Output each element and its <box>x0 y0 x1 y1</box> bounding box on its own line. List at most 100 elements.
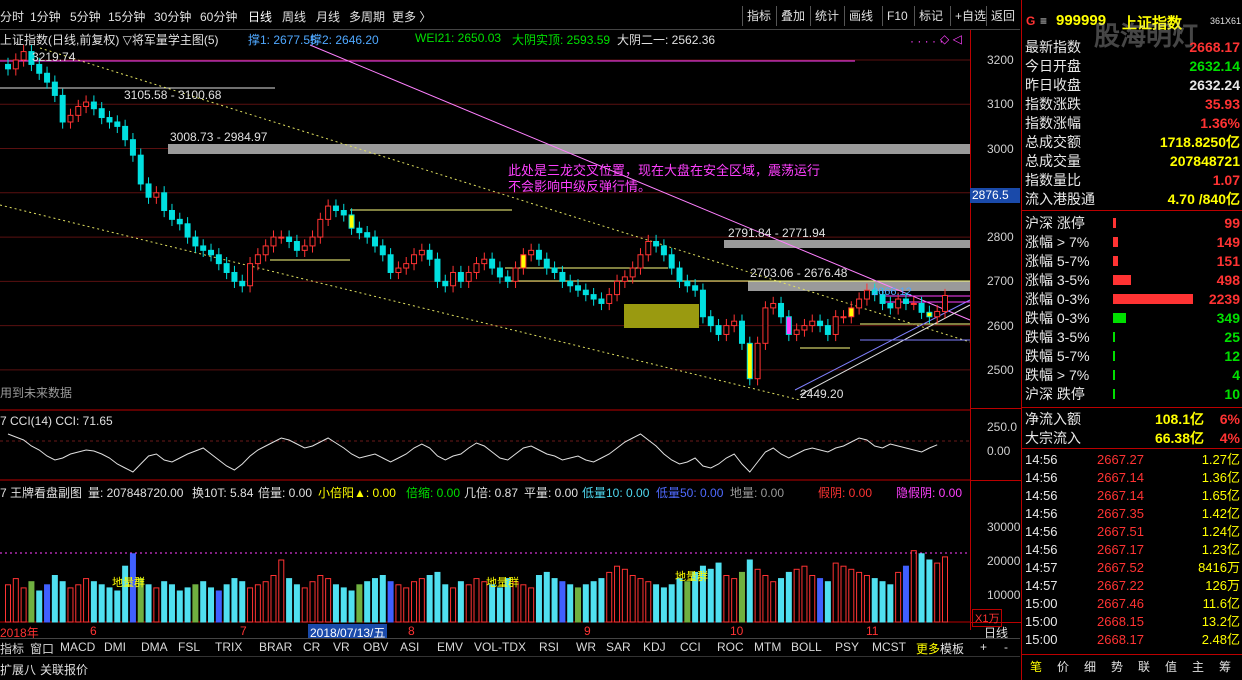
menu-icon[interactable]: ≡ <box>1040 14 1047 28</box>
tick-row: 14:56 2667.17 1.23亿 <box>1025 541 1240 559</box>
candle-body <box>606 294 613 304</box>
candle-body <box>676 267 683 282</box>
panel-tab-7[interactable]: 筹 <box>1219 658 1231 675</box>
candle-body <box>434 258 441 282</box>
indicator-DMA[interactable]: DMA <box>141 640 168 654</box>
indicator-BOLL[interactable]: BOLL <box>791 640 822 654</box>
zoom-in-button[interactable]: + <box>980 640 987 654</box>
panel-tab-6[interactable]: 主 <box>1192 658 1204 675</box>
volume-bar <box>848 568 855 623</box>
tick-time: 14:56 <box>1025 524 1058 539</box>
candle-body <box>489 258 496 269</box>
indicator-MCST[interactable]: MCST <box>872 640 906 654</box>
indicator-更多[interactable]: 更多 <box>916 640 940 657</box>
template-button[interactable]: 模板 <box>940 640 964 657</box>
indicator-BRAR[interactable]: BRAR <box>259 640 292 654</box>
candle-body <box>332 205 339 212</box>
volume-bar <box>598 578 605 623</box>
volume-bar <box>496 587 503 623</box>
indicator-VOL-TDX[interactable]: VOL-TDX <box>474 640 526 654</box>
volume-bar <box>301 587 308 623</box>
candle-body <box>528 249 535 256</box>
volume-bar <box>528 587 535 623</box>
candle-body <box>754 342 761 380</box>
vol-turnover: 换10T: 5.84 <box>192 486 254 500</box>
indicator-CCI[interactable]: CCI <box>680 640 701 654</box>
volume-bar <box>668 584 675 623</box>
indicator-OBV[interactable]: OBV <box>363 640 388 654</box>
indicator-MTM[interactable]: MTM <box>754 640 781 654</box>
candle-body <box>715 325 722 335</box>
indicator-SAR[interactable]: SAR <box>606 640 631 654</box>
breadth-row: 涨幅 3-5% 498 <box>1025 271 1240 289</box>
panel-tab-1[interactable]: 价 <box>1057 658 1069 675</box>
panel-tab-0[interactable]: 笔 <box>1030 658 1042 675</box>
quote-row: 昨日收盘 2632.24 <box>1025 76 1240 95</box>
tab-related[interactable]: 关联报价 <box>40 661 88 678</box>
tick-price: 2667.14 <box>1097 488 1144 503</box>
indicator-DMI[interactable]: DMI <box>104 640 126 654</box>
candle-body <box>293 240 300 251</box>
indicator-PSY[interactable]: PSY <box>835 640 859 654</box>
vol-ji: 几倍: 0.87 <box>464 486 519 500</box>
price-tick: 2600 <box>987 318 1014 333</box>
indicator-ASI[interactable]: ASI <box>400 640 419 654</box>
candle-body <box>770 302 777 309</box>
indicator-MACD[interactable]: MACD <box>60 640 95 654</box>
indicator-TRIX[interactable]: TRIX <box>215 640 242 654</box>
breadth-bar <box>1113 237 1118 247</box>
indicator-指标[interactable]: 指标 <box>0 640 24 657</box>
zoom-out-button[interactable]: - <box>1004 640 1008 654</box>
panel-tab-2[interactable]: 细 <box>1084 658 1096 675</box>
indicator-窗口[interactable]: 窗口 <box>30 640 54 657</box>
breadth-label: 跌幅 3-5% <box>1025 329 1090 345</box>
peak-label: 3219.74 <box>32 50 76 64</box>
indicator-KDJ[interactable]: KDJ <box>643 640 666 654</box>
price-tick: 2700 <box>987 274 1014 289</box>
volume-bar <box>387 581 394 623</box>
low-label: 2449.20 <box>800 387 844 401</box>
quote-label: 最新指数 <box>1025 39 1081 55</box>
vol-suo: 倍缩: 0.00 <box>406 486 461 500</box>
tick-volume: 8416万 <box>1198 560 1240 575</box>
quote-label: 总成交额 <box>1025 134 1081 150</box>
panel-tab-5[interactable]: 值 <box>1165 658 1177 675</box>
indicator-EMV[interactable]: EMV <box>437 640 463 654</box>
breadth-label: 沪深 跌停 <box>1025 386 1085 402</box>
breadth-value: 99 <box>1224 215 1240 231</box>
volume-bar <box>832 562 839 623</box>
axis-separator <box>971 480 1021 481</box>
candle-body <box>90 101 97 110</box>
volume-bar <box>20 587 27 623</box>
vol-yinj: 隐假阴: 0.00 <box>896 486 963 500</box>
panel-tab-4[interactable]: 联 <box>1138 658 1150 675</box>
breadth-row: 跌幅 5-7% 12 <box>1025 347 1240 365</box>
panel-tab-3[interactable]: 势 <box>1111 658 1123 675</box>
indicator-VR[interactable]: VR <box>333 640 350 654</box>
candle-body <box>215 254 222 265</box>
indicator-CR[interactable]: CR <box>303 640 320 654</box>
candle-body <box>567 280 574 287</box>
candle-body <box>20 51 27 61</box>
indicator-RSI[interactable]: RSI <box>539 640 559 654</box>
date-axis: 2018年 6 7 2018/07/13/五 8 9 10 11 <box>0 624 970 641</box>
volume-bar <box>379 575 386 623</box>
candle-body <box>817 320 824 327</box>
volume-bar <box>28 581 35 623</box>
tick-time: 15:00 <box>1025 614 1058 629</box>
indicator-ROC[interactable]: ROC <box>717 640 744 654</box>
indicator-FSL[interactable]: FSL <box>178 640 200 654</box>
tab-ext8[interactable]: 扩展八 <box>0 661 36 678</box>
tick-row: 15:00 2668.15 13.2亿 <box>1025 613 1240 631</box>
breadth-value: 349 <box>1216 310 1240 326</box>
volume-bar <box>684 581 691 623</box>
indicator-WR[interactable]: WR <box>576 640 596 654</box>
volume-bar <box>731 578 738 623</box>
candle-body <box>364 232 371 238</box>
chart-shape-icons[interactable]: ◇ ◁ <box>940 32 962 46</box>
candle-body <box>348 214 355 229</box>
candle-body <box>44 72 51 83</box>
volume-bar <box>239 581 246 623</box>
candle-body <box>442 280 449 287</box>
tick-row: 14:56 2667.27 1.27亿 <box>1025 451 1240 469</box>
